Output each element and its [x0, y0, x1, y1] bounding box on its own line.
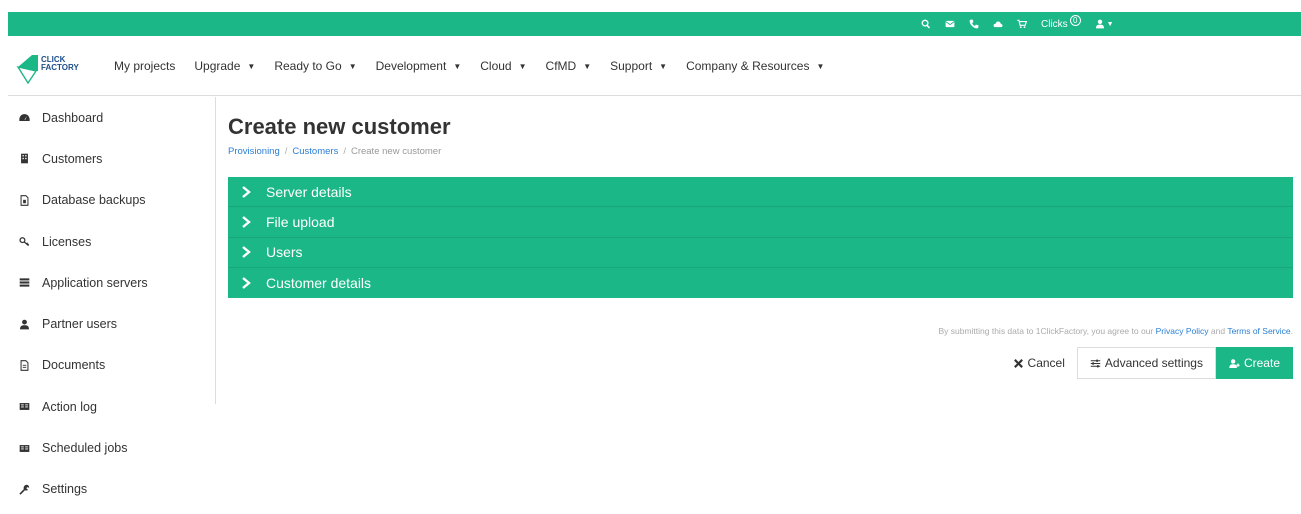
sidebar-item-customers[interactable]: Customers: [8, 138, 216, 179]
nav-item-cfmd[interactable]: CfMD ▼: [546, 59, 592, 73]
list-icon: [18, 442, 30, 454]
sidebar-item-application-servers[interactable]: Application servers: [8, 262, 216, 303]
create-button[interactable]: Create: [1215, 347, 1293, 379]
nav-item-support[interactable]: Support ▼: [610, 59, 667, 73]
nav-item-company-resources[interactable]: Company & Resources ▼: [686, 59, 824, 73]
chevron-right-icon: [241, 276, 251, 289]
breadcrumb-current: Create new customer: [350, 146, 442, 157]
terms-notice: By submitting this data to 1ClickFactory…: [938, 326, 1293, 336]
nav-item-my-projects[interactable]: My projects: [114, 59, 175, 73]
form-sections: Server details File upload Users Custome…: [228, 177, 1293, 298]
sidebar-item-scheduled-jobs[interactable]: Scheduled jobs: [8, 427, 216, 468]
chevron-right-icon: [241, 215, 251, 228]
chevron-right-icon: [241, 185, 251, 198]
top-bar-icons: Clicks 0 ▼: [921, 12, 1128, 36]
sidebar-item-settings[interactable]: Settings: [8, 469, 216, 510]
breadcrumb-provisioning[interactable]: Provisioning: [228, 146, 280, 157]
chevron-right-icon: [241, 246, 251, 259]
privacy-policy-link[interactable]: Privacy Policy: [1156, 326, 1209, 336]
chevron-down-icon: ▼: [1106, 20, 1114, 28]
chevron-down-icon: ▼: [247, 61, 256, 71]
search-icon[interactable]: [921, 12, 931, 36]
page-title: Create new customer: [228, 114, 451, 139]
building-icon: [18, 153, 30, 165]
document-icon: [18, 359, 30, 371]
sidebar-item-dashboard[interactable]: Dashboard: [8, 97, 216, 138]
close-icon: [1013, 358, 1023, 368]
nav-item-cloud[interactable]: Cloud ▼: [480, 59, 526, 73]
logo[interactable]: CLICK FACTORY: [16, 47, 96, 85]
cancel-button[interactable]: Cancel: [1013, 347, 1065, 379]
nav-item-upgrade[interactable]: Upgrade ▼: [194, 59, 255, 73]
main-navbar: CLICK FACTORY My projects Upgrade ▼ Ready…: [8, 36, 1301, 96]
chevron-down-icon: ▼: [816, 61, 825, 71]
form-actions: Cancel Advanced settings Create: [1013, 347, 1293, 379]
user-icon: [18, 318, 30, 330]
sidebar-item-licenses[interactable]: Licenses: [8, 221, 216, 262]
nav-menu: My projects Upgrade ▼ Ready to Go ▼ Develo…: [114, 36, 843, 96]
user-plus-icon: [1229, 358, 1240, 368]
chevron-down-icon: ▼: [583, 61, 592, 71]
clicks-counter[interactable]: Clicks 0: [1041, 12, 1081, 36]
panel-file-upload[interactable]: File upload: [228, 207, 1293, 238]
logo-line2: FACTORY: [41, 63, 79, 72]
breadcrumb: Provisioning / Customers / Create new custom…: [228, 146, 442, 157]
sidebar-item-documents[interactable]: Documents: [8, 345, 216, 386]
envelope-icon[interactable]: [945, 12, 955, 36]
cart-icon[interactable]: [1017, 12, 1027, 36]
nav-item-ready-to-go[interactable]: Ready to Go ▼: [274, 59, 356, 73]
panel-customer-details[interactable]: Customer details: [228, 267, 1293, 298]
file-icon: [18, 194, 30, 206]
panel-server-details[interactable]: Server details: [228, 177, 1293, 208]
phone-icon[interactable]: [969, 12, 979, 36]
panel-users[interactable]: Users: [228, 237, 1293, 268]
sidebar-item-database-backups[interactable]: Database backups: [8, 180, 216, 221]
sliders-icon: [1090, 359, 1101, 367]
key-icon: [18, 236, 30, 248]
top-bar: Clicks 0 ▼: [8, 12, 1301, 36]
clicks-label: Clicks: [1041, 18, 1068, 30]
terms-of-service-link[interactable]: Terms of Service: [1227, 326, 1290, 336]
user-menu[interactable]: ▼: [1095, 12, 1114, 36]
chevron-down-icon: ▼: [659, 61, 668, 71]
breadcrumb-customers[interactable]: Customers: [292, 146, 338, 157]
sidebar-item-partner-users[interactable]: Partner users: [8, 303, 216, 344]
wrench-icon: [18, 483, 30, 495]
advanced-settings-button[interactable]: Advanced settings: [1076, 347, 1216, 379]
dashboard-icon: [18, 112, 30, 124]
chevron-down-icon: ▼: [453, 61, 462, 71]
server-icon: [18, 277, 30, 289]
list-icon: [18, 401, 30, 413]
chevron-down-icon: ▼: [348, 61, 357, 71]
sidebar-item-action-log[interactable]: Action log: [8, 386, 216, 427]
nav-item-development[interactable]: Development ▼: [376, 59, 462, 73]
clicks-badge: 0: [1069, 14, 1081, 26]
user-icon: [1095, 19, 1104, 29]
chevron-down-icon: ▼: [518, 61, 527, 71]
cloud-icon[interactable]: [993, 12, 1003, 36]
sidebar: Dashboard Customers Database backups Lic…: [8, 97, 216, 510]
